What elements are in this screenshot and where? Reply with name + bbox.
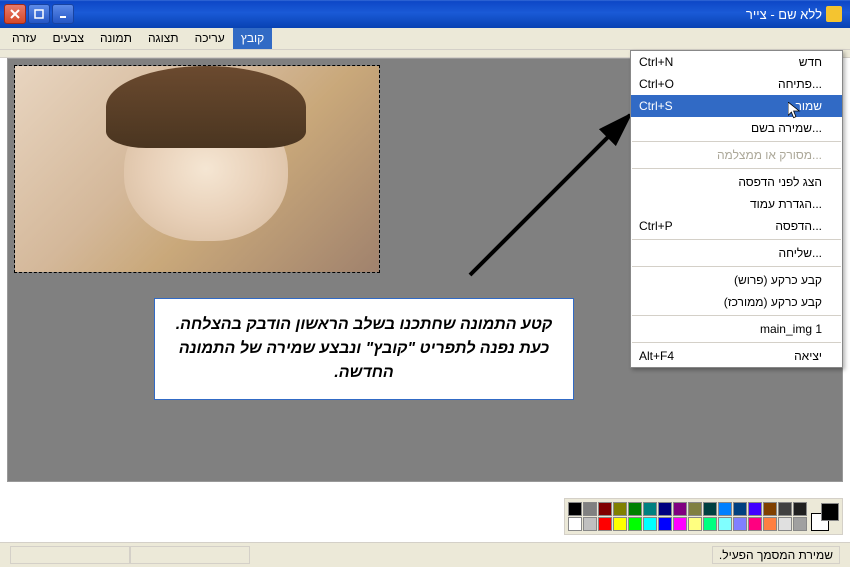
menu-item-shortcut: Ctrl+P: [639, 219, 673, 233]
menu-item-יציאה[interactable]: יציאה Alt+F4: [631, 345, 842, 367]
color-swatch[interactable]: [748, 502, 762, 516]
menu-item-label: ...פתיחה: [778, 77, 822, 91]
menu-item-shortcut: Alt+F4: [639, 349, 674, 363]
menu-item-קבעכרקעפרוש[interactable]: קבע כרקע (פרוש): [631, 269, 842, 291]
color-swatch[interactable]: [703, 517, 717, 531]
menu-item-הצגלפניהדפסה[interactable]: הצג לפני הדפסה: [631, 171, 842, 193]
menu-item-label: הצג לפני הדפסה: [738, 175, 822, 189]
menu-item-label: ...הדפסה: [775, 219, 822, 233]
menu-item-label: קבע כרקע (ממורכז): [724, 295, 822, 309]
menu-item-הגדרתעמוד[interactable]: ...הגדרת עמוד: [631, 193, 842, 215]
color-swatch[interactable]: [748, 517, 762, 531]
color-swatch[interactable]: [583, 517, 597, 531]
menu-item-הדפסה[interactable]: ...הדפסה Ctrl+P: [631, 215, 842, 237]
color-swatch[interactable]: [568, 502, 582, 516]
color-swatch[interactable]: [763, 502, 777, 516]
menu-item-label: ...מסורק או ממצלמה: [717, 148, 822, 162]
window-title: ללא שם - צייר: [746, 7, 822, 22]
color-swatch[interactable]: [688, 517, 702, 531]
statusbar: שמירת המסמך הפעיל.: [0, 542, 850, 567]
file-menu-dropdown: חדש Ctrl+N ...פתיחה Ctrl+O שמור Ctrl+S ...שמיר…: [630, 50, 843, 368]
menu-edit[interactable]: עריכה: [187, 28, 233, 49]
menu-separator: [632, 168, 841, 169]
minimize-button[interactable]: [52, 4, 74, 24]
menu-colors[interactable]: צבעים: [45, 28, 92, 49]
status-cell-2: [10, 546, 130, 564]
menu-separator: [632, 266, 841, 267]
color-swatch[interactable]: [613, 517, 627, 531]
color-swatch[interactable]: [718, 517, 732, 531]
color-swatch[interactable]: [658, 502, 672, 516]
menu-item-קבעכרקעממורכז[interactable]: קבע כרקע (ממורכז): [631, 291, 842, 313]
color-swatch[interactable]: [628, 502, 642, 516]
titlebar-title-area: ללא שם - צייר: [746, 6, 846, 22]
color-swatch[interactable]: [718, 502, 732, 516]
menu-item-label: יציאה: [794, 349, 822, 363]
color-swatch[interactable]: [658, 517, 672, 531]
menu-item-label: ...שמירה בשם: [751, 121, 822, 135]
color-swatch[interactable]: [733, 517, 747, 531]
color-swatch[interactable]: [688, 502, 702, 516]
menu-separator: [632, 315, 841, 316]
menu-item-label: שמור: [795, 99, 822, 113]
menu-separator: [632, 342, 841, 343]
color-swatch[interactable]: [793, 517, 807, 531]
color-swatch[interactable]: [673, 502, 687, 516]
app-icon: [826, 6, 842, 22]
pasted-image-selection[interactable]: [14, 65, 380, 273]
menu-file[interactable]: קובץ: [233, 28, 272, 49]
status-text: שמירת המסמך הפעיל.: [712, 546, 840, 564]
color-swatch[interactable]: [673, 517, 687, 531]
menu-help[interactable]: עזרה: [4, 28, 45, 49]
color-swatch[interactable]: [793, 502, 807, 516]
color-swatch[interactable]: [763, 517, 777, 531]
menu-view[interactable]: תצוגה: [140, 28, 187, 49]
window-controls: [4, 4, 74, 24]
menu-item-חדש[interactable]: חדש Ctrl+N: [631, 51, 842, 73]
menu-image[interactable]: תמונה: [92, 28, 140, 49]
menubar: קובץ עריכה תצוגה תמונה צבעים עזרה: [0, 28, 850, 50]
menu-item-מסורקאוממצלמה: ...מסורק או ממצלמה: [631, 144, 842, 166]
color-swatch[interactable]: [643, 517, 657, 531]
menu-item-shortcut: Ctrl+N: [639, 55, 673, 69]
menu-separator: [632, 239, 841, 240]
menu-item-label: main_img 1: [760, 322, 822, 336]
color-palette: [564, 498, 843, 535]
color-swatch[interactable]: [613, 502, 627, 516]
color-swatch[interactable]: [703, 502, 717, 516]
status-cell-1: [130, 546, 250, 564]
instruction-callout: קטע התמונה שחתכנו בשלב הראשון הודבק בהצל…: [154, 298, 574, 400]
palette-grid: [568, 502, 807, 531]
fg-color: [821, 503, 839, 521]
color-swatch[interactable]: [733, 502, 747, 516]
menu-item-שליחה[interactable]: ...שליחה: [631, 242, 842, 264]
menu-item-shortcut: Ctrl+O: [639, 77, 674, 91]
fg-bg-indicator[interactable]: [811, 503, 839, 531]
color-swatch[interactable]: [583, 502, 597, 516]
color-swatch[interactable]: [643, 502, 657, 516]
color-swatch[interactable]: [778, 517, 792, 531]
menu-item-label: ...שליחה: [779, 246, 823, 260]
menu-item-שמור[interactable]: שמור Ctrl+S: [631, 95, 842, 117]
menu-separator: [632, 141, 841, 142]
portrait-image: [15, 66, 379, 272]
titlebar: ללא שם - צייר: [0, 0, 850, 28]
color-swatch[interactable]: [778, 502, 792, 516]
color-swatch[interactable]: [598, 502, 612, 516]
close-button[interactable]: [4, 4, 26, 24]
color-swatch[interactable]: [598, 517, 612, 531]
menu-item-label: חדש: [799, 55, 822, 69]
color-swatch[interactable]: [568, 517, 582, 531]
menu-item-שמירהבשם[interactable]: ...שמירה בשם: [631, 117, 842, 139]
menu-item-פתיחה[interactable]: ...פתיחה Ctrl+O: [631, 73, 842, 95]
menu-item-mainimg1[interactable]: main_img 1: [631, 318, 842, 340]
menu-item-shortcut: Ctrl+S: [639, 99, 673, 113]
color-swatch[interactable]: [628, 517, 642, 531]
maximize-button[interactable]: [28, 4, 50, 24]
menu-item-label: ...הגדרת עמוד: [750, 197, 822, 211]
callout-text: קטע התמונה שחתכנו בשלב הראשון הודבק בהצל…: [176, 316, 553, 381]
menu-item-label: קבע כרקע (פרוש): [734, 273, 822, 287]
